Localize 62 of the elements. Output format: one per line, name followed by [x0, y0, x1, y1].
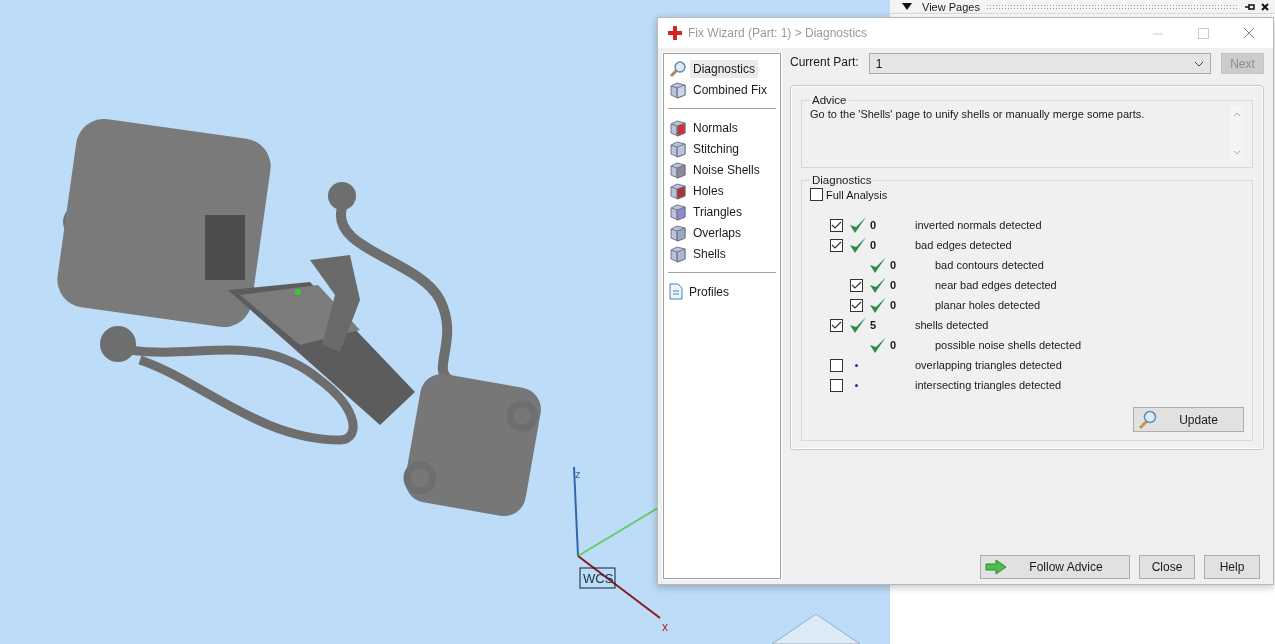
checkbox[interactable] — [830, 218, 843, 232]
pin-icon[interactable] — [1245, 2, 1255, 11]
count-value: 0 — [890, 279, 897, 291]
count-value: 0 — [890, 339, 897, 351]
help-button[interactable]: Help — [1204, 555, 1260, 579]
nav-item[interactable]: Overlaps — [664, 222, 780, 243]
z-axis: z — [573, 466, 581, 557]
cube-icon — [669, 223, 687, 242]
nav-item[interactable]: Normals — [664, 117, 780, 138]
window-title: Fix Wizard (Part: 1) > Diagnostics — [688, 26, 868, 40]
cross-icon — [668, 26, 682, 40]
collapse-icon[interactable] — [902, 3, 912, 10]
diagnostic-label: overlapping triangles detected — [915, 359, 1062, 371]
close-button[interactable]: Close — [1139, 555, 1195, 579]
diagnostic-label: near bad edges detected — [935, 279, 1057, 291]
diagnostic-label: inverted normals detected — [915, 219, 1042, 231]
cube-icon — [669, 160, 687, 179]
count-value: 0 — [890, 299, 897, 311]
nav-item[interactable]: Shells — [664, 243, 780, 264]
magnifier-icon — [669, 59, 687, 78]
nav-item[interactable]: Noise Shells — [664, 159, 780, 180]
cube-icon — [669, 202, 687, 221]
group-title: Diagnostics — [811, 174, 873, 186]
checkbox[interactable] — [850, 278, 863, 292]
arrow-right-icon — [985, 559, 1007, 575]
checkbox[interactable] — [830, 238, 843, 252]
cube-icon — [669, 118, 687, 137]
checkbox[interactable] — [810, 188, 823, 201]
diagnostic-label: bad contours detected — [935, 259, 1044, 271]
chevron-icon — [1194, 60, 1204, 67]
nav-item[interactable]: Holes — [664, 180, 780, 201]
checkbox[interactable] — [830, 318, 843, 332]
magnifier-icon — [1138, 409, 1158, 430]
diagnostic-label: bad edges detected — [915, 239, 1012, 251]
pivot-dot — [295, 289, 301, 295]
diagnostic-label: possible noise shells detected — [935, 339, 1082, 351]
group-title: Advice — [811, 94, 848, 106]
diagnostic-label: shells detected — [915, 319, 989, 331]
diagnostic-label: intersecting triangles detected — [915, 379, 1062, 391]
count-value: 0 — [870, 219, 877, 231]
count-value: 5 — [870, 319, 877, 331]
cube-icon — [669, 139, 687, 158]
diagnostic-label: planar holes detected — [935, 299, 1041, 311]
cube-icon — [669, 80, 687, 99]
nav-item[interactable]: Combined Fix — [664, 79, 780, 100]
checkbox[interactable] — [830, 358, 843, 372]
field-label: Current Part: — [790, 54, 859, 69]
count-value: 0 — [890, 259, 897, 271]
nav-item[interactable]: Triangles — [664, 201, 780, 222]
close-icon[interactable] — [1261, 2, 1269, 11]
count-value: 0 — [870, 239, 877, 251]
nav-item[interactable]: Stitching — [664, 138, 780, 159]
cube-icon — [669, 181, 687, 200]
cube-icon — [669, 244, 687, 263]
checkbox[interactable] — [850, 298, 863, 312]
update-button[interactable]: Update — [1133, 407, 1244, 432]
nav-item[interactable]: Profiles — [664, 281, 780, 302]
part-dropdown[interactable]: 1 — [868, 53, 1211, 74]
document-icon — [669, 283, 683, 300]
panel-title: View Pages — [922, 0, 980, 13]
checkbox[interactable] — [830, 378, 843, 392]
follow-advice-button[interactable]: Follow Advice — [980, 555, 1130, 579]
